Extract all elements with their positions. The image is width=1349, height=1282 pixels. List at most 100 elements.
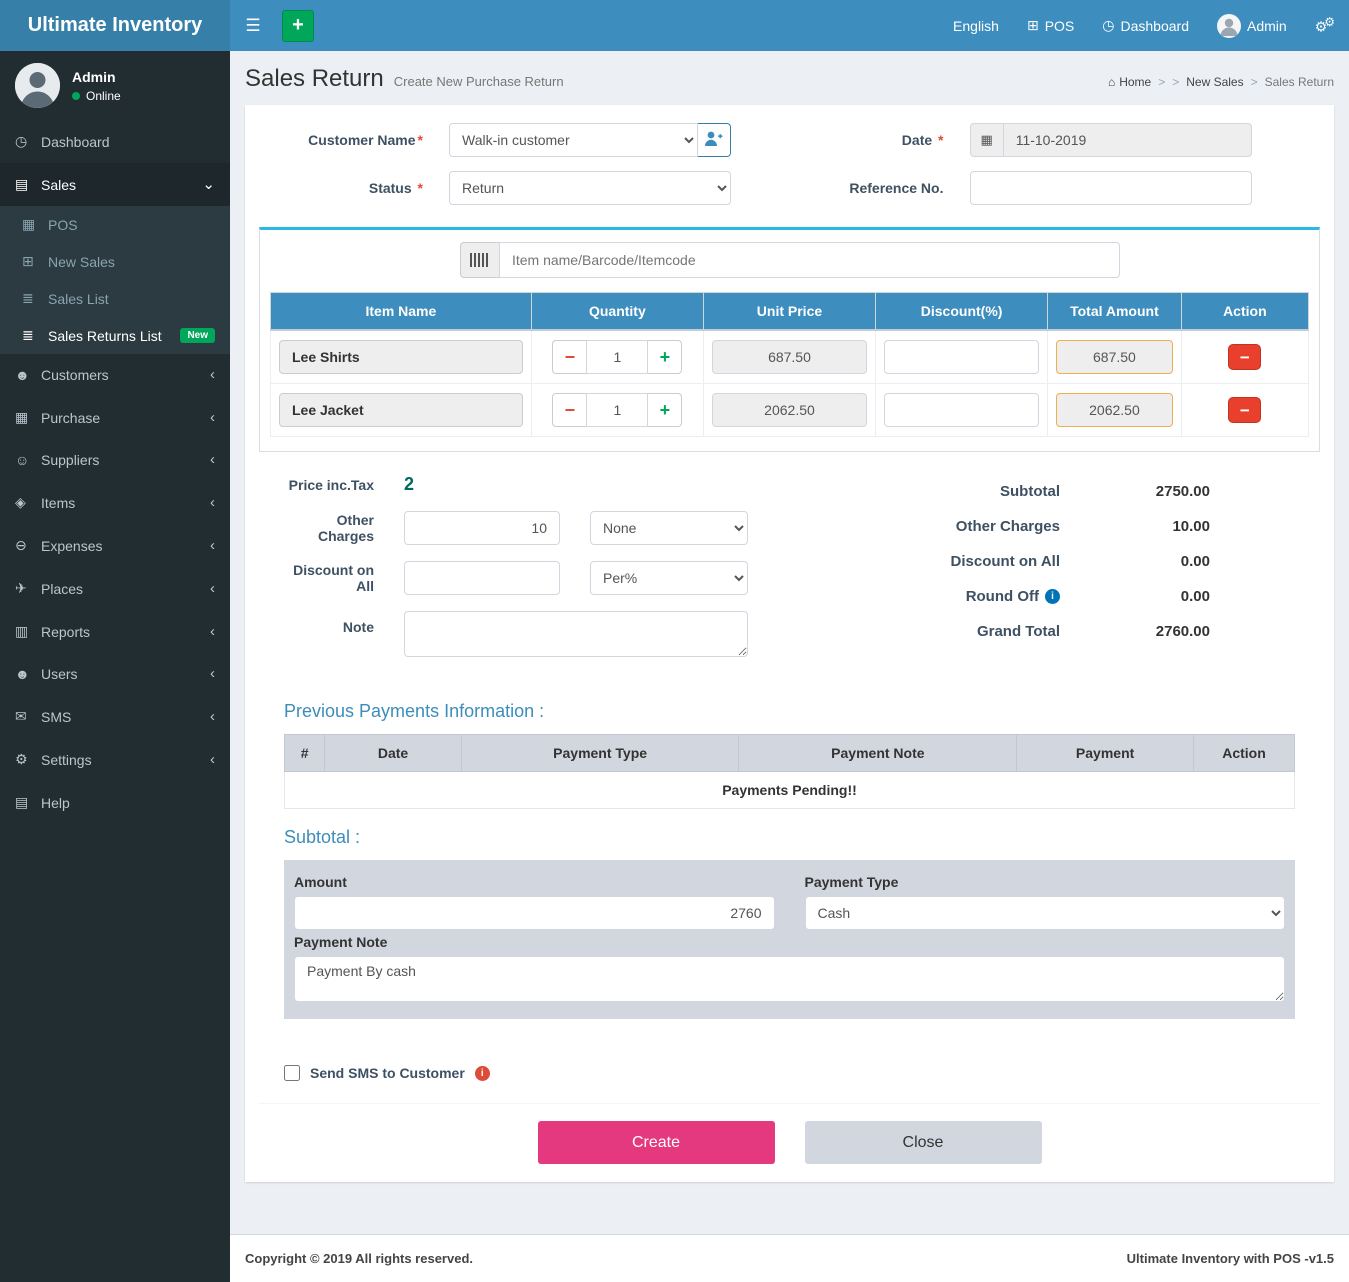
customer-select[interactable]: Walk-in customer: [449, 123, 698, 157]
sidebar-user-status[interactable]: Online: [72, 89, 121, 103]
payments-pending-message: Payments Pending!!: [285, 772, 1295, 809]
chevron-left-icon: ‹: [210, 755, 215, 765]
pos-link[interactable]: ⊞POS: [1013, 0, 1088, 51]
total-amount-input[interactable]: [1056, 340, 1173, 374]
chevron-left-icon: ‹: [210, 712, 215, 722]
other-charges-value: 10.00: [1060, 518, 1210, 535]
sidebar-item-help[interactable]: ▤Help: [0, 781, 230, 824]
price-inc-tax-row: Price inc.Tax 2: [284, 474, 850, 495]
qty-decrease-button[interactable]: −: [552, 340, 586, 374]
items-icon: ◈: [15, 494, 41, 511]
sidebar-item-sales-list[interactable]: ≣Sales List: [0, 280, 230, 317]
list-icon: ≣: [22, 290, 48, 307]
items-table: Item Name Quantity Unit Price Discount(%…: [270, 292, 1309, 437]
discount-on-all-input[interactable]: [404, 561, 560, 595]
sidebar-item-reports[interactable]: ▥Reports‹: [0, 610, 230, 653]
amount-input[interactable]: [294, 896, 775, 930]
reference-no-label: Reference No.: [820, 180, 970, 196]
sidebar-item-items[interactable]: ◈Items‹: [0, 481, 230, 524]
breadcrumb-new-sales[interactable]: New Sales: [1186, 75, 1243, 89]
status-row: Status * Return: [299, 171, 760, 205]
item-name-input[interactable]: [279, 340, 523, 374]
total-amount-input[interactable]: [1056, 393, 1173, 427]
price-inc-tax-value: 2: [404, 474, 414, 495]
sidebar-item-dashboard[interactable]: ◷Dashboard: [0, 120, 230, 163]
supplier-icon: ☺: [15, 452, 41, 468]
qty-input[interactable]: [586, 340, 648, 374]
sidebar-item-sales-returns-list[interactable]: ≣Sales Returns ListNew: [0, 317, 230, 354]
avatar: [15, 63, 60, 108]
add-user-icon: [703, 130, 724, 150]
item-name-input[interactable]: [279, 393, 523, 427]
grand-total-value: 2760.00: [1060, 623, 1210, 640]
note-textarea[interactable]: [404, 611, 748, 657]
sidebar-item-new-sales[interactable]: ⊞New Sales: [0, 243, 230, 280]
language-menu[interactable]: English: [939, 0, 1013, 51]
discount-type-select[interactable]: Per%: [590, 561, 748, 595]
other-charges-type-select[interactable]: None: [590, 511, 748, 545]
qty-decrease-button[interactable]: −: [552, 393, 586, 427]
col-action: Action: [1181, 293, 1308, 331]
list-icon: ≣: [22, 327, 48, 344]
create-button[interactable]: Create: [538, 1121, 775, 1164]
breadcrumb-sales-return: Sales Return: [1265, 75, 1334, 89]
qty-increase-button[interactable]: +: [648, 393, 682, 427]
sales-submenu: ▦POS ⊞New Sales ≣Sales List ≣Sales Retur…: [0, 206, 230, 354]
discount-input[interactable]: [884, 340, 1039, 374]
send-sms-checkbox[interactable]: [284, 1065, 300, 1081]
places-icon: ✈: [15, 580, 41, 597]
send-sms-label: Send SMS to Customer: [310, 1065, 465, 1081]
avatar: [1217, 14, 1241, 38]
date-input[interactable]: [1003, 123, 1252, 157]
user-icon: ☻: [15, 666, 41, 682]
sidebar-item-sales[interactable]: ▤Sales⌄: [0, 163, 230, 206]
item-search-input[interactable]: [499, 242, 1120, 278]
sidebar-item-customers[interactable]: ☻Customers‹: [0, 354, 230, 396]
reference-no-input[interactable]: [970, 171, 1252, 205]
sidebar-item-users[interactable]: ☻Users‹: [0, 653, 230, 695]
other-charges-input[interactable]: [404, 511, 560, 545]
status-select[interactable]: Return: [449, 171, 731, 205]
payment-type-select[interactable]: Cash: [805, 896, 1286, 930]
unit-price-input[interactable]: [712, 393, 867, 427]
info-icon[interactable]: i: [475, 1066, 490, 1081]
close-button[interactable]: Close: [805, 1121, 1042, 1164]
add-customer-button[interactable]: [698, 123, 731, 157]
note-label: Note: [284, 611, 404, 635]
page-subtitle: Create New Purchase Return: [394, 74, 564, 89]
quick-add-button[interactable]: +: [282, 10, 314, 42]
table-row: − + −: [271, 330, 1309, 384]
breadcrumb-home[interactable]: ⌂Home: [1108, 75, 1151, 89]
sidebar-item-places[interactable]: ✈Places‹: [0, 567, 230, 610]
chevron-left-icon: ‹: [210, 413, 215, 423]
sidebar-item-purchase[interactable]: ▦Purchase‹: [0, 396, 230, 439]
user-menu[interactable]: Admin: [1203, 0, 1301, 51]
app-logo[interactable]: Ultimate Inventory: [0, 0, 230, 51]
dashboard-link[interactable]: ◷Dashboard: [1088, 0, 1203, 51]
remove-item-button[interactable]: −: [1228, 397, 1261, 423]
sidebar-item-suppliers[interactable]: ☺Suppliers‹: [0, 439, 230, 481]
amount-block: Amount: [294, 870, 775, 930]
qty-input[interactable]: [586, 393, 648, 427]
info-icon[interactable]: i: [1045, 589, 1060, 604]
note-row: Note: [284, 611, 850, 657]
sidebar-item-sms[interactable]: ✉SMS‹: [0, 695, 230, 738]
user-label: Admin: [1247, 18, 1287, 34]
discount-value: 0.00: [1060, 553, 1210, 570]
unit-price-input[interactable]: [712, 340, 867, 374]
payment-note-textarea[interactable]: [294, 956, 1285, 1002]
content-header: Sales Return Create New Purchase Return …: [230, 51, 1349, 105]
table-row: − + −: [271, 384, 1309, 437]
payment-panel: Amount Payment Type Cash Payment Note: [284, 860, 1295, 1019]
qty-increase-button[interactable]: +: [648, 340, 682, 374]
previous-payments-table: # Date Payment Type Payment Note Payment…: [284, 734, 1295, 809]
sidebar-item-expenses[interactable]: ⊖Expenses‹: [0, 524, 230, 567]
sidebar-item-pos[interactable]: ▦POS: [0, 206, 230, 243]
settings-menu[interactable]: ⚙⚙: [1301, 0, 1349, 51]
discount-on-all-label: Discount on All: [284, 562, 404, 594]
sidebar-toggle-button[interactable]: ☰: [230, 0, 276, 51]
discount-input[interactable]: [884, 393, 1039, 427]
sidebar-item-settings[interactable]: ⚙Settings‹: [0, 738, 230, 781]
remove-item-button[interactable]: −: [1228, 344, 1261, 370]
sidebar-user-panel: Admin Online: [0, 51, 230, 120]
